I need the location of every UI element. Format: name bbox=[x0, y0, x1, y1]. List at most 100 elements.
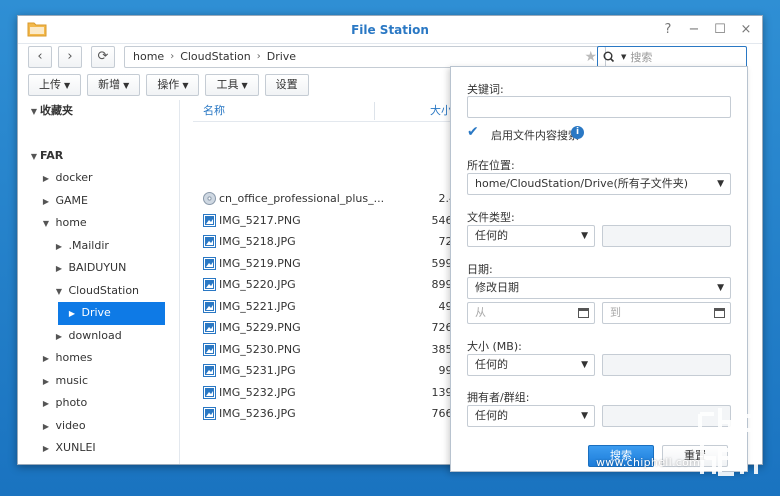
file-name: IMG_5230.PNG bbox=[219, 342, 301, 356]
sidebar-item-drive[interactable]: ▶ Drive bbox=[58, 302, 165, 325]
file-row[interactable]: IMG_5231.JPG99.2 bbox=[193, 360, 463, 382]
file-name: IMG_5221.JPG bbox=[219, 299, 296, 313]
action-button[interactable]: 操作 ▼ bbox=[146, 74, 200, 96]
maximize-icon[interactable]: ☐ bbox=[714, 22, 726, 37]
close-icon[interactable]: × bbox=[740, 22, 752, 37]
file-row[interactable]: IMG_5218.JPG72.3 bbox=[193, 231, 463, 253]
triangle-right-icon: ▶ bbox=[68, 309, 76, 318]
size-select[interactable]: 任何的 ▼ bbox=[467, 354, 595, 376]
sidebar-item-maildir[interactable]: ▶ .Maildir bbox=[18, 235, 179, 258]
triangle-right-icon: ▶ bbox=[42, 376, 50, 386]
triangle-down-icon: ▼ bbox=[30, 107, 38, 116]
forward-button[interactable]: › bbox=[58, 46, 82, 68]
file-row[interactable]: cn_office_professional_plus_...2.41 bbox=[193, 188, 463, 210]
image-file-icon bbox=[203, 342, 216, 356]
location-select[interactable]: home/CloudStation/Drive(所有子文件夹) ▼ bbox=[467, 173, 731, 195]
upload-button[interactable]: 上传 ▼ bbox=[28, 74, 82, 96]
image-file-icon bbox=[203, 278, 216, 291]
sidebar-item-game[interactable]: ▶ GAME bbox=[18, 190, 179, 213]
sidebar-item-homes[interactable]: ▶ homes bbox=[18, 347, 179, 370]
tools-button[interactable]: 工具 ▼ bbox=[205, 74, 259, 96]
file-list-header: 名称 大小 bbox=[193, 100, 463, 122]
column-name-header[interactable]: 名称 bbox=[203, 100, 225, 122]
sidebar-item-cloudstation[interactable]: ▼ CloudStation bbox=[18, 280, 179, 303]
size-label: 大小 (MB): bbox=[467, 340, 522, 353]
file-name: cn_office_professional_plus_... bbox=[219, 192, 385, 205]
triangle-right-icon: ▶ bbox=[42, 444, 50, 453]
search-placeholder: 搜索 bbox=[630, 51, 653, 64]
star-icon[interactable]: ★ bbox=[584, 47, 597, 67]
filetype-select[interactable]: 任何的 ▼ bbox=[467, 225, 595, 247]
fulltext-checkbox[interactable]: ✔ bbox=[467, 125, 481, 139]
triangle-right-icon: ▶ bbox=[42, 421, 50, 431]
file-row[interactable]: IMG_5230.PNG 385.8 bbox=[193, 339, 463, 361]
caret-down-icon: ▼ bbox=[581, 231, 588, 241]
date-label: 日期: bbox=[467, 263, 493, 276]
file-name: IMG_5219.PNG bbox=[219, 256, 301, 270]
back-button[interactable]: ‹ bbox=[28, 46, 52, 68]
file-row[interactable]: IMG_5232.JPG 139.3 bbox=[193, 382, 463, 404]
triangle-right-icon: ▶ bbox=[42, 196, 50, 206]
chevron-right-icon: › bbox=[170, 51, 175, 62]
disc-image-icon bbox=[203, 192, 216, 205]
file-name: IMG_5229.PNG bbox=[219, 321, 301, 334]
refresh-button[interactable]: ⟳ bbox=[91, 46, 115, 68]
toolbar: 上传 ▼ 新增 ▼ 操作 ▼ 工具 ▼ 设置 bbox=[28, 74, 309, 96]
date-to-input[interactable]: 到 bbox=[602, 302, 731, 324]
owner-select[interactable]: 任何的 ▼ bbox=[467, 405, 595, 427]
search-icon[interactable] bbox=[603, 51, 617, 63]
file-row[interactable]: IMG_5217.PNG 546.1 bbox=[193, 210, 463, 232]
file-row[interactable]: IMG_5236.JPG 766.1 bbox=[193, 403, 463, 425]
search-options-caret-icon[interactable]: ▼ bbox=[621, 53, 626, 61]
file-row[interactable]: IMG_5219.PNG 599.2 bbox=[193, 253, 463, 275]
path-bar[interactable]: home › CloudStation › Drive ★ bbox=[124, 46, 606, 68]
create-button[interactable]: 新增 ▼ bbox=[87, 74, 141, 96]
calendar-icon[interactable] bbox=[578, 308, 589, 318]
help-icon[interactable]: ? bbox=[662, 22, 674, 37]
sidebar-item-photo[interactable]: ▶ photo bbox=[18, 392, 179, 415]
file-row[interactable]: IMG_5229.PNG 726.8 bbox=[193, 317, 463, 339]
owner-label: 拥有者/群组: bbox=[467, 391, 530, 404]
file-name: IMG_5232.JPG bbox=[219, 385, 296, 399]
sidebar-item-home[interactable]: ▼ home bbox=[18, 212, 179, 235]
triangle-down-icon: ▼ bbox=[30, 151, 38, 161]
file-row[interactable]: IMG_5221.JPG49.7 bbox=[193, 296, 463, 318]
info-icon[interactable]: i bbox=[571, 126, 584, 139]
breadcrumb-drive[interactable]: Drive bbox=[267, 47, 296, 67]
sidebar-item-music[interactable]: ▶ music bbox=[18, 370, 179, 393]
settings-button[interactable]: 设置 bbox=[264, 74, 309, 96]
triangle-right-icon: ▶ bbox=[42, 399, 50, 408]
caret-down-icon: ▼ bbox=[182, 81, 189, 90]
keyword-input[interactable] bbox=[467, 96, 731, 118]
caret-down-icon: ▼ bbox=[64, 81, 71, 90]
sidebar-item-docker[interactable]: ▶ docker bbox=[18, 167, 179, 190]
sidebar-favorites[interactable]: ▼ 收藏夹 bbox=[18, 100, 179, 123]
file-row[interactable]: IMG_5220.JPG 899.6 bbox=[193, 274, 463, 296]
sidebar-item-video[interactable]: ▶ video bbox=[18, 415, 179, 438]
breadcrumb-home[interactable]: home bbox=[133, 47, 164, 67]
column-size-header[interactable]: 大小 bbox=[430, 100, 452, 122]
sidebar-item-download[interactable]: ▶ download bbox=[18, 325, 179, 348]
search-box[interactable]: ▼ 搜索 bbox=[597, 46, 747, 68]
triangle-right-icon: ▶ bbox=[42, 354, 50, 363]
filetype-label: 文件类型: bbox=[467, 211, 515, 224]
sidebar-item-xunlei[interactable]: ▶ XUNLEI bbox=[18, 437, 179, 460]
calendar-icon[interactable] bbox=[714, 308, 725, 318]
date-from-input[interactable]: 从 bbox=[467, 302, 595, 324]
breadcrumb-cloudstation[interactable]: CloudStation bbox=[180, 47, 251, 67]
size-extra-input bbox=[602, 354, 731, 376]
watermark-text: www.chiphell.com bbox=[596, 456, 701, 469]
caret-down-icon: ▼ bbox=[717, 179, 724, 189]
triangle-right-icon: ▶ bbox=[55, 264, 63, 273]
fulltext-label: 启用文件内容搜索 bbox=[491, 129, 579, 142]
caret-down-icon: ▼ bbox=[581, 360, 588, 370]
file-list: 名称 大小 cn_office_professional_plus_...2.4… bbox=[193, 100, 463, 464]
minimize-icon[interactable]: − bbox=[688, 22, 700, 37]
caret-down-icon: ▼ bbox=[581, 411, 588, 421]
filetype-extra-input bbox=[602, 225, 731, 247]
window-title: File Station bbox=[351, 23, 429, 37]
sidebar-item-baiduyun[interactable]: ▶ BAIDUYUN bbox=[18, 257, 179, 280]
image-file-icon bbox=[203, 299, 216, 313]
sidebar-server-far[interactable]: ▼ FAR bbox=[18, 145, 179, 168]
date-type-select[interactable]: 修改日期 ▼ bbox=[467, 277, 731, 299]
